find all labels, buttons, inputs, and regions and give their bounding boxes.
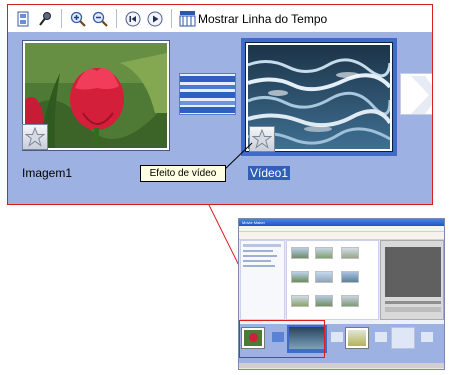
timeline-icon <box>179 11 196 27</box>
mini-preview-pane <box>380 240 444 320</box>
toolbar-separator <box>116 9 117 28</box>
play-icon <box>147 11 163 26</box>
mini-highlight-box <box>239 320 325 358</box>
storyboard-clip-video1[interactable]: Vídeo1 <box>241 38 397 180</box>
arrow-placeholder-icon <box>411 76 432 114</box>
microphone-icon <box>39 11 51 26</box>
clip-label-video1-text: Vídeo1 <box>248 166 291 180</box>
clip-effect-badge-video1[interactable] <box>249 126 275 152</box>
clip-label-video1: Vídeo1 <box>248 166 291 180</box>
mini-title-bar: Movie Maker <box>239 219 444 226</box>
mini-thumb <box>315 271 333 283</box>
mini-preview-monitor <box>385 247 441 297</box>
clip-label-image1: Imagem1 <box>22 166 73 180</box>
mini-thumb <box>291 247 309 259</box>
rewind-button[interactable] <box>122 8 144 30</box>
movie-maker-window-thumbnail: Movie Maker <box>238 218 445 370</box>
mini-toolbar <box>239 232 444 240</box>
zoom-out-button[interactable] <box>89 8 111 30</box>
mini-collection-pane <box>286 240 379 320</box>
zoom-in-icon <box>70 11 86 27</box>
storyboard-transition-cell[interactable] <box>179 73 236 115</box>
mini-clip-empty <box>391 327 415 349</box>
show-timeline-button[interactable]: Mostrar Linha do Tempo <box>179 8 327 30</box>
narrate-button[interactable] <box>34 8 56 30</box>
video-effect-tooltip: Efeito de vídeo <box>140 165 226 182</box>
toolbar-separator <box>171 9 172 28</box>
mini-thumb <box>341 247 359 259</box>
rewind-icon <box>125 11 141 26</box>
mini-transition <box>375 332 387 342</box>
storyboard-next-transition-cell[interactable] <box>400 73 432 115</box>
zoom-in-button[interactable] <box>67 8 89 30</box>
storyboard-icon <box>17 11 29 26</box>
mini-thumb <box>315 247 333 259</box>
mini-transition <box>331 332 343 342</box>
mini-tasks-pane <box>240 240 285 320</box>
mini-thumb <box>315 295 333 307</box>
storyboard-toolbar: Mostrar Linha do Tempo <box>8 5 432 32</box>
mini-thumb <box>341 271 359 283</box>
mini-clip-flower <box>345 327 369 349</box>
play-button[interactable] <box>144 8 166 30</box>
zoom-out-icon <box>92 11 108 27</box>
mini-transition <box>421 332 433 342</box>
star-effect-icon <box>252 129 272 149</box>
storyboard-clip-image1[interactable]: Imagem1 <box>19 38 172 180</box>
toolbar-separator <box>61 9 62 28</box>
mini-thumb <box>291 295 309 307</box>
storyboard-toggle-button[interactable] <box>12 8 34 30</box>
mini-thumb <box>291 271 309 283</box>
star-effect-icon <box>25 127 45 147</box>
clip-effect-badge[interactable] <box>22 124 48 150</box>
show-timeline-label: Mostrar Linha do Tempo <box>198 11 328 26</box>
mini-thumb <box>341 295 359 307</box>
